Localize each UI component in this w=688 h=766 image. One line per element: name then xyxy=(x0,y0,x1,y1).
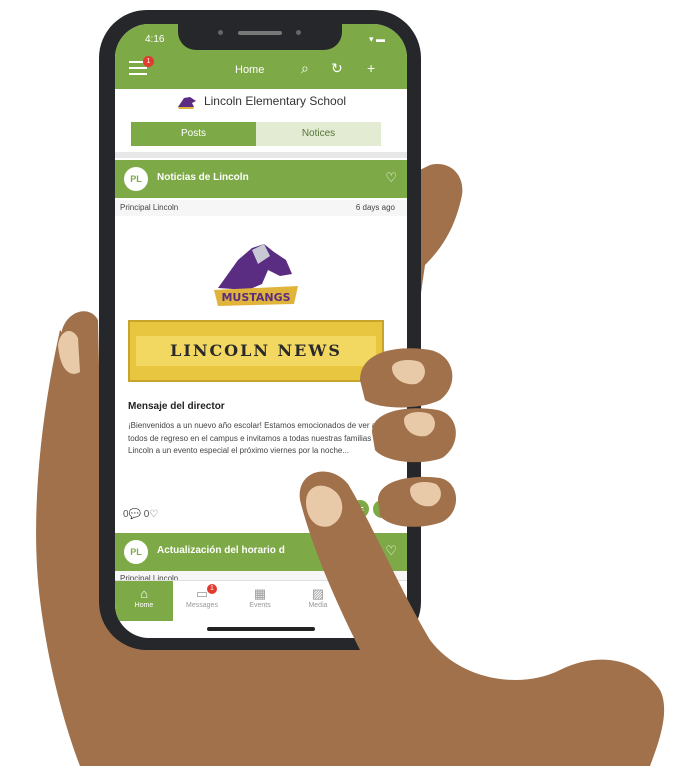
messages-badge: 1 xyxy=(207,584,217,594)
school-name: Lincoln Elementary School xyxy=(203,94,347,108)
reaction-button[interactable]: ☺ xyxy=(373,500,391,518)
mustang-logo-image: MUSTANGS xyxy=(214,244,298,306)
search-icon[interactable]: ⌕ xyxy=(301,60,309,77)
status-time: 4:16 xyxy=(145,34,165,45)
home-indicator xyxy=(207,627,315,631)
heart-icon[interactable]: ♡ xyxy=(385,543,397,559)
avatar: PL xyxy=(124,540,148,564)
calendar-icon: ▦ xyxy=(253,586,267,601)
divider xyxy=(115,152,407,158)
tab-bar: Posts Notices xyxy=(131,122,381,146)
article-body: ¡Bienvenidos a un nuevo año escolar! Est… xyxy=(128,421,383,455)
comment-icon[interactable]: 💬 xyxy=(129,509,141,520)
nav-events[interactable]: ▦ Events xyxy=(231,581,289,621)
school-header: Lincoln Elementary School xyxy=(115,94,407,109)
mustang-logo-text: MUSTANGS xyxy=(221,291,290,304)
chat-icon: ▭ xyxy=(195,586,209,601)
post-counts: 0💬 0♡ xyxy=(123,509,158,520)
banner-text: LINCOLN NEWS xyxy=(136,336,376,366)
add-icon[interactable]: + xyxy=(367,60,375,76)
image-icon: ▨ xyxy=(311,586,325,601)
house-icon: ⌂ xyxy=(140,586,148,601)
heart-icon[interactable]: ♡ xyxy=(385,170,397,186)
refresh-icon[interactable]: ↻ xyxy=(331,60,343,77)
heart-outline-icon[interactable]: ♡ xyxy=(149,509,158,520)
article-title: Mensaje del director xyxy=(128,401,225,412)
nav-home[interactable]: ⌂ Home xyxy=(115,581,173,621)
nav-messages[interactable]: ▭ Messages 1 xyxy=(173,581,231,621)
post-header[interactable]: PL Actualización del horario d ♡ xyxy=(115,533,407,571)
signal-battery-icon: ▾ ▬ xyxy=(368,34,385,44)
avatar: PL xyxy=(124,167,148,191)
menu-badge: 1 xyxy=(143,56,154,67)
phone-screen: 4:16 ▾ ▬ 1 Home ⌕ ↻ + Lincoln Elementary… xyxy=(115,24,407,638)
bottom-nav: ⌂ Home ▭ Messages 1 ▦ Events ▨ Media xyxy=(115,580,407,621)
post-header[interactable]: PL Noticias de Lincoln ♡ xyxy=(115,160,407,198)
header-title: Home xyxy=(235,64,265,76)
news-banner: LINCOLN NEWS xyxy=(128,320,384,382)
mustang-logo-icon xyxy=(177,96,196,109)
post-meta: Principal Lincoln 6 days ago xyxy=(115,200,407,216)
tab-posts[interactable]: Posts xyxy=(131,122,256,146)
nav-media[interactable]: ▨ Media xyxy=(289,581,347,621)
post-age: 6 days ago xyxy=(355,203,395,212)
post-title: Actualización del horario d xyxy=(157,545,285,556)
post-author: Principal Lincoln xyxy=(120,203,179,212)
translate-button[interactable]: ⇆ xyxy=(351,500,369,518)
post-title: Noticias de Lincoln xyxy=(157,172,249,183)
tab-notices[interactable]: Notices xyxy=(256,122,381,146)
phone-notch xyxy=(178,20,342,50)
